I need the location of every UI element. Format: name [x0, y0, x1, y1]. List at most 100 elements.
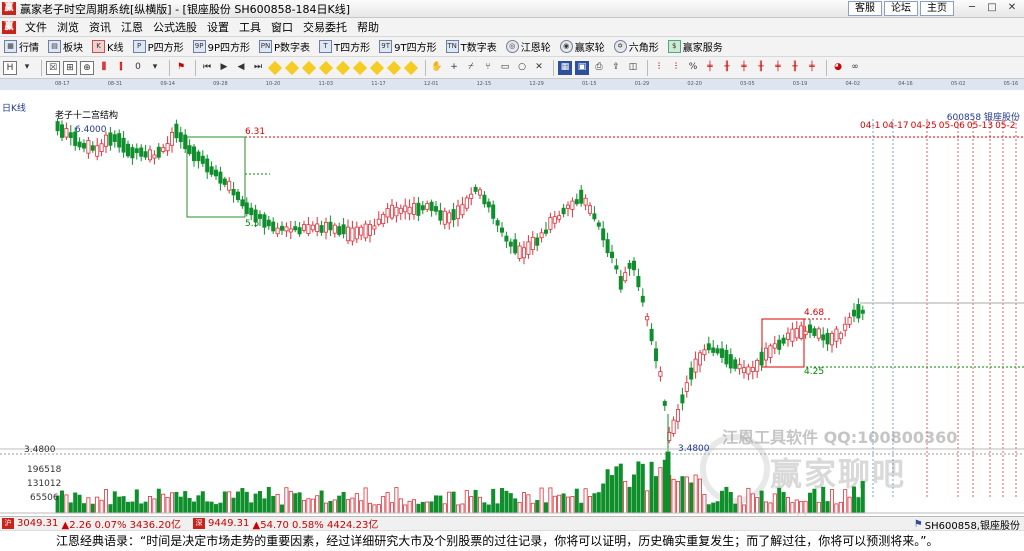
hand-icon[interactable]: ✋ — [430, 61, 444, 75]
diamond-icon[interactable] — [301, 60, 317, 75]
graph-e-icon[interactable]: ╪ — [737, 61, 751, 75]
sz-index[interactable]: 深 9449.31 ▲54.70 0.58% 4424.23亿 — [191, 516, 378, 531]
link-support[interactable]: 客服 — [848, 1, 882, 16]
menu-browse[interactable]: 浏览 — [52, 19, 84, 35]
volume-bar — [240, 488, 245, 514]
diamond-icon[interactable] — [284, 60, 300, 75]
menu-file[interactable]: 文件 — [20, 19, 52, 35]
kline-chart[interactable]: 08-17 08-31 09-14 09-28 10-20 11-03 11-17 12-01… — [0, 79, 1024, 516]
candle-body — [257, 214, 262, 219]
first-icon[interactable]: ⏮ — [200, 61, 214, 75]
toolbar-button-11[interactable]: ✡ 六角形 — [613, 39, 659, 54]
menu-tools[interactable]: 工具 — [234, 19, 266, 35]
volume-bar — [244, 491, 249, 514]
candle-body — [671, 419, 676, 434]
volume-bar — [275, 494, 280, 514]
infinity-icon[interactable]: ∞ — [848, 61, 862, 75]
menu-info[interactable]: 资讯 — [84, 19, 116, 35]
graph-g-icon[interactable]: ╪ — [771, 61, 785, 75]
hexagon-icon: ✡ — [613, 40, 627, 53]
diamond-icon[interactable] — [403, 60, 419, 75]
diamond-icon[interactable] — [386, 60, 402, 75]
toolbar-button-5[interactable]: PN P数字表 — [259, 39, 310, 54]
x-icon[interactable]: ✕ — [532, 61, 546, 75]
graph-c-icon[interactable]: ╪ — [703, 61, 717, 75]
export-icon[interactable]: ⇪ — [609, 61, 623, 75]
bar-icon[interactable]: ⫿ — [114, 61, 128, 75]
percent-icon[interactable]: % — [686, 61, 700, 75]
candle-body — [825, 332, 830, 345]
color-icon[interactable]: ◕ — [831, 61, 845, 75]
link-home[interactable]: 主页 — [920, 1, 954, 16]
toolbar-separator — [41, 59, 42, 76]
maximize-icon[interactable]: □ — [982, 1, 1002, 16]
menu-formula[interactable]: 公式选股 — [148, 19, 202, 35]
volume-bar — [271, 495, 276, 514]
link-forum[interactable]: 论坛 — [884, 1, 918, 16]
menu-window[interactable]: 窗口 — [266, 19, 298, 35]
calc-icon[interactable]: ▦ — [558, 60, 572, 75]
dropdown-icon[interactable]: ▾ — [20, 61, 34, 75]
volume-bar — [759, 490, 764, 514]
diamond-icon[interactable] — [352, 60, 368, 75]
zero-icon[interactable]: 0 — [131, 61, 145, 75]
candle-body — [654, 348, 659, 362]
flag-icon[interactable]: ⚑ — [174, 61, 188, 75]
diamond-icon[interactable] — [369, 60, 385, 75]
candle-body — [649, 328, 654, 342]
stock-flag-icon: ⚑ — [913, 519, 923, 530]
diamond-icon[interactable] — [318, 60, 334, 75]
candlestick-plot[interactable] — [0, 79, 1024, 516]
line-icon[interactable]: ⌿ — [464, 61, 478, 75]
graph-b-icon[interactable]: ⫶ — [669, 61, 683, 75]
graph-i-icon[interactable]: ╪ — [805, 61, 819, 75]
end-icon[interactable]: ⏭ — [251, 61, 265, 75]
candle-icon[interactable]: ⫼ — [97, 61, 111, 75]
candle-body — [548, 217, 553, 230]
cursor-icon[interactable]: H — [3, 60, 17, 75]
graph-h-icon[interactable]: ╫ — [788, 61, 802, 75]
diamond-icon[interactable] — [335, 60, 351, 75]
minimize-icon[interactable]: ─ — [962, 1, 982, 16]
toolbar-button-0[interactable]: ▦ 行情 — [4, 39, 39, 54]
next-icon[interactable]: ▶ — [217, 61, 231, 75]
candle-body — [636, 276, 641, 288]
toolbar-button-12[interactable]: $ 赢家服务 — [667, 39, 723, 54]
graph-a-icon[interactable]: ⫶ — [652, 61, 666, 75]
chart-a-icon[interactable]: ☒ — [46, 60, 60, 75]
toolbar-button-8[interactable]: TN T数字表 — [445, 39, 497, 54]
menu-settings[interactable]: 设置 — [202, 19, 234, 35]
candle-body — [209, 166, 214, 175]
close-icon[interactable]: ✕ — [1002, 1, 1022, 16]
candle-body — [720, 348, 725, 358]
print-icon[interactable]: ⎙ — [592, 61, 606, 75]
volume-bar — [706, 504, 711, 514]
save-icon[interactable]: ▣ — [575, 60, 589, 75]
prev-icon[interactable]: ◀ — [234, 61, 248, 75]
sh-index[interactable]: 沪 3049.31 ▲2.26 0.07% 3436.20亿 — [0, 516, 181, 531]
graph-d-icon[interactable]: ╫ — [720, 61, 734, 75]
chart-b-icon[interactable]: ⊞ — [63, 60, 77, 75]
circle-icon[interactable]: ○ — [515, 61, 529, 75]
cross-icon[interactable]: + — [447, 61, 461, 75]
chart-c-icon[interactable]: ⊕ — [80, 60, 94, 75]
toolbar-button-10[interactable]: ◉ 赢家轮 — [559, 39, 605, 54]
toolbar-button-6[interactable]: T T四方形 — [319, 39, 370, 54]
dropdown-icon[interactable]: ▾ — [148, 61, 162, 75]
toolbar-button-1[interactable]: ▤ 板块 — [48, 39, 83, 54]
graph-f-icon[interactable]: ╫ — [754, 61, 768, 75]
diamond-icon[interactable] — [267, 60, 283, 75]
menu-gann[interactable]: 江恩 — [116, 19, 148, 35]
toolbar-button-4[interactable]: 9P 9P四方形 — [192, 39, 250, 54]
toolbar-button-7[interactable]: 9T 9T四方形 — [379, 39, 437, 54]
window-icon[interactable]: ◫ — [626, 61, 640, 75]
fork-icon[interactable]: ⑂ — [481, 61, 495, 75]
menu-trade[interactable]: 交易委托 — [298, 19, 352, 35]
volume-bar — [522, 492, 527, 514]
toolbar-button-3[interactable]: P P四方形 — [132, 39, 184, 54]
toolbar-button-2[interactable]: K K线 — [92, 39, 124, 54]
volume-bar — [781, 492, 786, 514]
menu-help[interactable]: 帮助 — [352, 19, 384, 35]
rect-icon[interactable]: ▭ — [498, 61, 512, 75]
toolbar-button-9[interactable]: ◎ 江恩轮 — [505, 39, 551, 54]
